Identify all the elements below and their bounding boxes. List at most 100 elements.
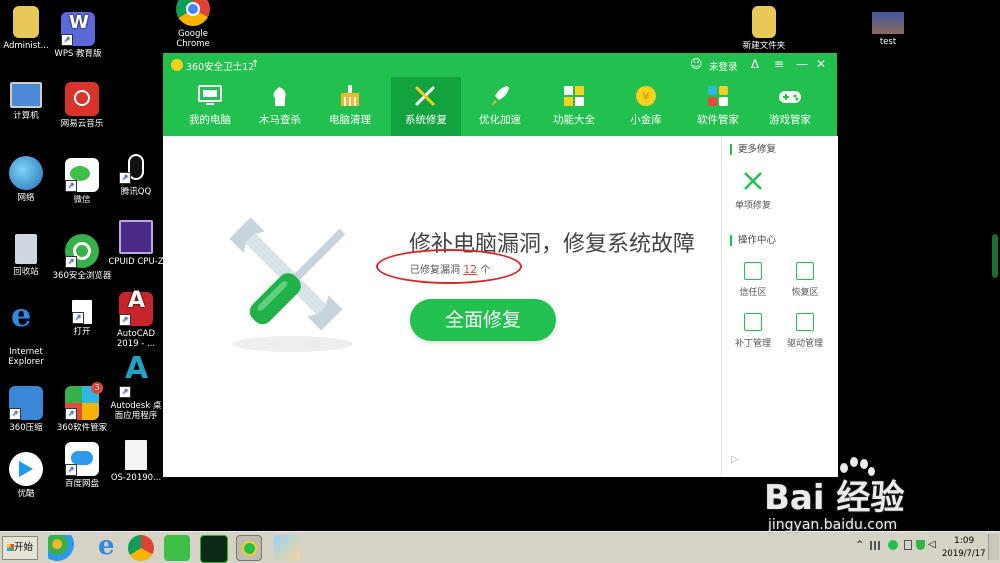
360-safe-guard-window: 360安全卫士12 ↑ ☺ 未登录 ∆ ≡ — ✕ 我的电脑 木马查杀 电脑清理…: [163, 53, 838, 477]
side-panel: 更多修复 单项修复 操作中心 信任区 恢复区 补丁管理 驱动管理 ▷: [721, 136, 838, 477]
shortcut-arrow-icon: ↗: [119, 386, 131, 398]
desktop-icon-os-file[interactable]: OS-20190...: [106, 440, 166, 483]
wechat-icon: ↗: [65, 158, 99, 192]
clock-date[interactable]: 2019/7/17: [942, 549, 986, 559]
desktop-icon-ie[interactable]: e Internet Explorer: [0, 296, 56, 367]
wrench-screwdriver-illustration-icon: [229, 217, 353, 352]
grid-apps-icon: [564, 86, 584, 106]
annotation-circle: [376, 249, 522, 284]
restore-icon: [796, 262, 814, 280]
patch-management-item[interactable]: 补丁管理: [728, 313, 778, 349]
tab-trojan-scan[interactable]: 木马查杀: [245, 77, 315, 136]
skin-shirt-icon[interactable]: ∆: [751, 58, 759, 70]
desktop-icon-autocad[interactable]: A ↗ AutoCAD 2019 - ...: [106, 290, 166, 350]
desktop-icon-youku[interactable]: 优酷: [0, 452, 56, 499]
desktop-icon-360zip[interactable]: ↗ 360压缩: [0, 386, 56, 433]
file-icon: ↗: [72, 300, 92, 324]
chrome-icon: [176, 0, 210, 26]
window-title: 360安全卫士12: [186, 62, 255, 73]
recycle-bin-icon: [15, 234, 37, 264]
driver-management-item[interactable]: 驱动管理: [780, 313, 830, 349]
wps-icon: W ↗: [61, 12, 95, 46]
desktop-icon-baidu-netdisk[interactable]: ↗ 百度网盘: [52, 442, 112, 489]
tab-pc-cleanup[interactable]: 电脑清理: [315, 77, 385, 136]
baidu-jingyan-watermark: Bai 经验 jingyan.baidu.com: [764, 457, 990, 543]
netease-music-icon: [65, 82, 99, 116]
folder-icon: [752, 6, 776, 38]
login-status[interactable]: 未登录: [709, 59, 738, 73]
trust-zone-item[interactable]: 信任区: [728, 262, 778, 298]
desktop-icon-test[interactable]: test: [858, 12, 918, 47]
shortcut-arrow-icon: ↗: [119, 172, 131, 184]
shortcut-arrow-icon: ↗: [9, 408, 21, 420]
360-zip-icon: ↗: [9, 386, 43, 420]
ops-center-heading: 操作中心: [730, 235, 776, 246]
taskbar-360-safe-icon[interactable]: [236, 535, 262, 561]
taskbar-paint-icon[interactable]: [274, 535, 300, 561]
taskbar-wechat-icon[interactable]: [164, 535, 190, 561]
internet-explorer-icon: e: [11, 296, 32, 334]
user-icon[interactable]: ☺: [690, 58, 703, 70]
desktop-icon-chrome[interactable]: Google Chrome: [163, 0, 223, 49]
tab-all-features[interactable]: 功能大全: [539, 77, 609, 136]
collapse-arrow-icon[interactable]: ▷: [731, 454, 739, 465]
desktop-icon-qq[interactable]: ↗ 腾讯QQ: [106, 150, 166, 197]
desktop-icon-wechat[interactable]: ↗ 微信: [52, 158, 112, 205]
desktop-icon-netease-music[interactable]: 网易云音乐: [52, 82, 112, 129]
shortcut-arrow-icon: ↗: [72, 312, 84, 324]
desktop-icon-open[interactable]: ↗ 打开: [52, 300, 112, 337]
gold-coin-icon: ¥: [636, 86, 656, 106]
tab-my-computer[interactable]: 我的电脑: [175, 77, 245, 136]
single-repair-item[interactable]: 单项修复: [728, 170, 778, 211]
desktop-icon-autodesk[interactable]: A ↗ Autodesk 桌面应用程序: [106, 354, 166, 422]
taskbar-app-balloons-icon[interactable]: [48, 535, 74, 561]
close-icon[interactable]: ✕: [816, 58, 826, 70]
desktop-icon-360-browser[interactable]: ↗ 360安全浏览器: [52, 234, 112, 281]
full-repair-button[interactable]: 全面修复: [410, 299, 556, 341]
shortcut-arrow-icon: ↗: [61, 34, 73, 46]
start-button[interactable]: 开始: [2, 536, 38, 560]
tab-system-repair[interactable]: 系统修复: [391, 77, 461, 136]
desktop-icon-new-folder[interactable]: 新建文件夹: [734, 6, 794, 51]
autocad-icon: A ↗: [119, 290, 153, 326]
software-manager-icon: [708, 86, 728, 106]
shortcut-arrow-icon: ↗: [65, 256, 77, 268]
cpuz-chip-icon: [119, 220, 153, 254]
wrench-screwdriver-icon: [415, 86, 435, 106]
trust-zone-icon: [744, 262, 762, 280]
taskbar-app-green-icon[interactable]: [200, 535, 228, 563]
qq-penguin-icon: ↗: [119, 150, 153, 184]
restore-zone-item[interactable]: 恢复区: [780, 262, 830, 298]
tab-game-manager[interactable]: 游戏管家: [755, 77, 825, 136]
title-bar[interactable]: 360安全卫士12 ↑ ☺ 未登录 ∆ ≡ — ✕: [163, 53, 837, 77]
taskbar-ie-icon[interactable]: e: [94, 531, 120, 561]
driver-icon: [796, 313, 814, 331]
desktop-icon-wps[interactable]: W ↗ WPS 教育版: [48, 12, 108, 59]
desktop-icon-recycle-bin[interactable]: 回收站: [0, 234, 56, 277]
repair-illustration: [218, 206, 368, 356]
tab-software-manager[interactable]: 软件管家: [683, 77, 753, 136]
desktop-icon-360-software[interactable]: 3 ↗ 360软件管家: [52, 382, 112, 433]
desktop-icon-cpuz[interactable]: CPUID CPU-Z: [106, 220, 166, 267]
notification-badge: 3: [91, 382, 103, 394]
image-file-icon: [872, 12, 904, 34]
tab-speed-up[interactable]: 优化加速: [465, 77, 535, 136]
upgrade-arrow-icon[interactable]: ↑: [251, 59, 259, 71]
watermark-logo: Bai 经验: [764, 478, 905, 518]
windows-patch-icon: [744, 313, 762, 331]
network-globe-icon: [9, 156, 43, 190]
desktop-icon-computer[interactable]: 计算机: [0, 82, 56, 121]
gamepad-icon: [779, 91, 801, 103]
monitor-icon: [198, 85, 222, 105]
baidu-netdisk-icon: ↗: [65, 442, 99, 476]
side-scroll-widget[interactable]: [992, 234, 998, 278]
tab-small-vault[interactable]: ¥ 小金库: [611, 77, 681, 136]
menu-icon[interactable]: ≡: [774, 58, 784, 70]
desktop-icon-network[interactable]: 网络: [0, 156, 56, 203]
shortcut-arrow-icon: ↗: [65, 180, 77, 192]
taskbar-chrome-icon[interactable]: [128, 535, 154, 561]
autodesk-icon: A ↗: [119, 354, 153, 398]
rocket-icon: [491, 86, 509, 106]
360-logo-icon: [171, 59, 183, 71]
minimize-icon[interactable]: —: [796, 58, 808, 70]
